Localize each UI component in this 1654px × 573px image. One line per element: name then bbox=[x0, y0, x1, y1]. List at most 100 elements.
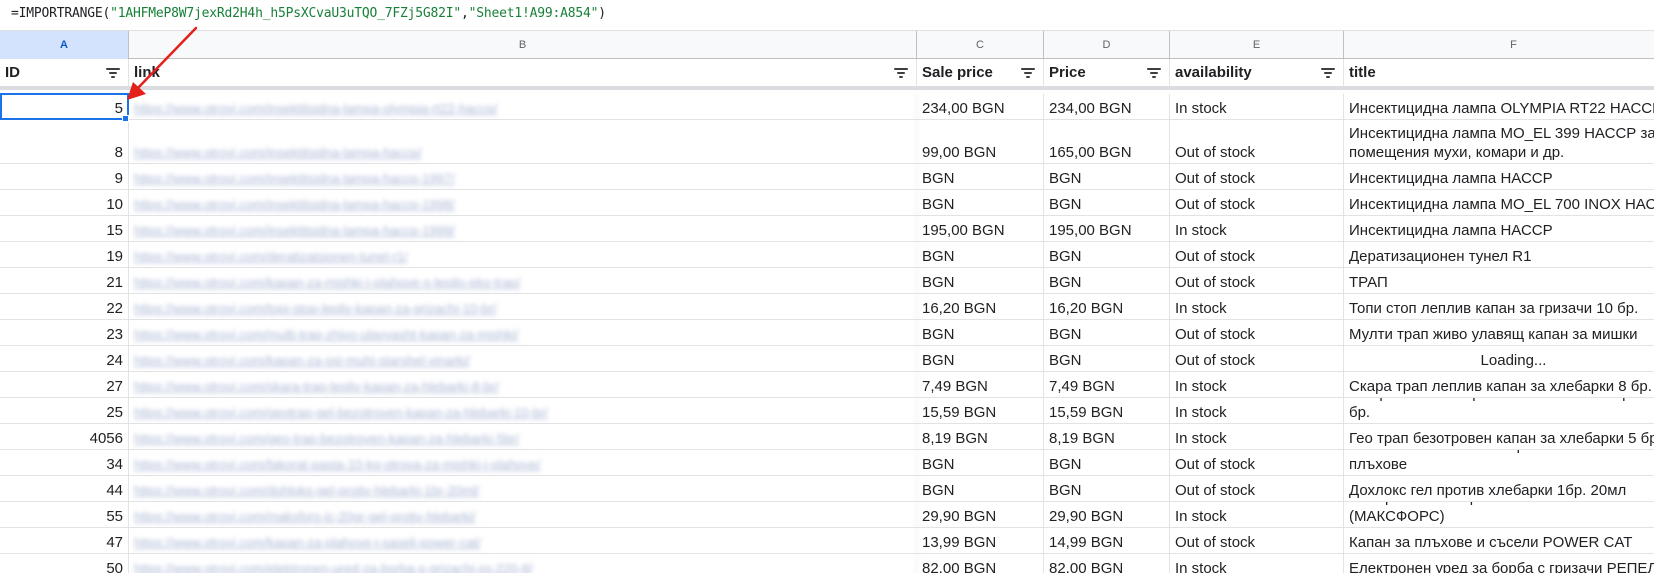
link-cell[interactable]: https://www.otrovi.com/insektitsidna-lam… bbox=[129, 164, 917, 189]
availability-cell[interactable]: Out of stock bbox=[1170, 450, 1344, 475]
price-cell[interactable]: BGN bbox=[1044, 242, 1170, 267]
id-cell[interactable]: 50 bbox=[0, 554, 129, 573]
price-cell[interactable]: 8,19 BGN bbox=[1044, 424, 1170, 449]
filter-icon[interactable] bbox=[1321, 67, 1335, 79]
sale-price-cell[interactable]: 8,19 BGN bbox=[917, 424, 1044, 449]
link-cell[interactable]: https://www.otrovi.com/topi-stop-lepliv-… bbox=[129, 294, 917, 319]
title-cell[interactable]: Loading... bbox=[1344, 346, 1654, 371]
title-cell[interactable]: Инсектицидна лампа НАССР bbox=[1344, 164, 1654, 189]
link-cell[interactable]: https://www.otrovi.com/geo-trap-bezotrov… bbox=[129, 424, 917, 449]
column-header-f[interactable]: F bbox=[1344, 31, 1654, 59]
id-cell[interactable]: 8 bbox=[0, 120, 129, 163]
id-cell[interactable]: 15 bbox=[0, 216, 129, 241]
active-cell-selection[interactable] bbox=[0, 93, 129, 120]
price-cell[interactable]: 165,00 BGN bbox=[1044, 120, 1170, 163]
header-cell-sale-price[interactable]: Sale price bbox=[917, 59, 1044, 86]
price-cell[interactable]: 7,49 BGN bbox=[1044, 372, 1170, 397]
link-cell[interactable]: https://www.otrovi.com/insektitsidna-lam… bbox=[129, 216, 917, 241]
sale-price-cell[interactable]: BGN bbox=[917, 190, 1044, 215]
price-cell[interactable]: BGN bbox=[1044, 190, 1170, 215]
price-cell[interactable]: BGN bbox=[1044, 164, 1170, 189]
link-cell[interactable]: https://www.otrovi.com/insektitsidna-lam… bbox=[129, 120, 917, 163]
filter-icon[interactable] bbox=[894, 67, 908, 79]
link-cell[interactable]: https://www.otrovi.com/kapan-za-plahove-… bbox=[129, 528, 917, 553]
link-cell[interactable]: https://www.otrovi.com/insektitsidna-lam… bbox=[129, 190, 917, 215]
id-cell[interactable]: 21 bbox=[0, 268, 129, 293]
formula-bar[interactable]: =IMPORTRANGE("1AHFMeP8W7jexRd2H4h_h5PsXC… bbox=[0, 0, 1654, 31]
title-cell[interactable]: Капан за мишки и плъхове с лепило ЕКО ТР… bbox=[1344, 268, 1654, 293]
price-cell[interactable]: 82,00 BGN bbox=[1044, 554, 1170, 573]
title-cell[interactable]: Дохлокс гел против хлебарки 1бр. 20мл bbox=[1344, 476, 1654, 501]
price-cell[interactable]: BGN bbox=[1044, 476, 1170, 501]
availability-cell[interactable]: Out of stock bbox=[1170, 528, 1344, 553]
title-cell[interactable]: Капан за плъхове и съсели POWER CAT bbox=[1344, 528, 1654, 553]
id-cell[interactable]: 25 bbox=[0, 398, 129, 423]
sale-price-cell[interactable]: BGN bbox=[917, 268, 1044, 293]
price-cell[interactable]: 234,00 BGN bbox=[1044, 94, 1170, 119]
title-cell[interactable]: Мулти трап живо улавящ капан за мишки bbox=[1344, 320, 1654, 345]
header-cell-id[interactable]: ID bbox=[0, 59, 129, 86]
link-cell[interactable]: https://www.otrovi.com/multi-trap-zhivo-… bbox=[129, 320, 917, 345]
price-cell[interactable]: 15,59 BGN bbox=[1044, 398, 1170, 423]
price-cell[interactable]: BGN bbox=[1044, 320, 1170, 345]
title-cell[interactable]: Електронен уред за борба с гризачи РЕПЕЛ… bbox=[1344, 554, 1654, 573]
id-cell[interactable]: 55 bbox=[0, 502, 129, 527]
link-cell[interactable]: https://www.otrovi.com/elektronen-ured-z… bbox=[129, 554, 917, 573]
title-cell[interactable]: Геотрап гел безотровен капан за хлебарки… bbox=[1344, 398, 1654, 423]
sale-price-cell[interactable]: 99,00 BGN bbox=[917, 120, 1044, 163]
fill-handle[interactable] bbox=[122, 115, 129, 122]
availability-cell[interactable]: Out of stock bbox=[1170, 164, 1344, 189]
availability-cell[interactable]: Out of stock bbox=[1170, 120, 1344, 163]
column-header-c[interactable]: C bbox=[917, 31, 1044, 59]
availability-cell[interactable]: In stock bbox=[1170, 398, 1344, 423]
availability-cell[interactable]: In stock bbox=[1170, 216, 1344, 241]
sale-price-cell[interactable]: BGN bbox=[917, 242, 1044, 267]
link-cell[interactable]: https://www.otrovi.com/insektitsidna-lam… bbox=[129, 94, 917, 119]
link-cell[interactable]: https://www.otrovi.com/kapan-za-osi-muhi… bbox=[129, 346, 917, 371]
price-cell[interactable]: 195,00 BGN bbox=[1044, 216, 1170, 241]
sale-price-cell[interactable]: 195,00 BGN bbox=[917, 216, 1044, 241]
column-header-e[interactable]: E bbox=[1170, 31, 1344, 59]
id-cell[interactable]: 9 bbox=[0, 164, 129, 189]
price-cell[interactable]: BGN bbox=[1044, 268, 1170, 293]
price-cell[interactable]: BGN bbox=[1044, 346, 1170, 371]
sale-price-cell[interactable]: 13,99 BGN bbox=[917, 528, 1044, 553]
header-cell-title[interactable]: title bbox=[1344, 59, 1654, 86]
link-cell[interactable]: https://www.otrovi.com/skara-trap-lepliv… bbox=[129, 372, 917, 397]
header-cell-link[interactable]: link bbox=[129, 59, 917, 86]
filter-icon[interactable] bbox=[1147, 67, 1161, 79]
formula-text[interactable]: =IMPORTRANGE("1AHFMeP8W7jexRd2H4h_h5PsXC… bbox=[11, 6, 606, 21]
sale-price-cell[interactable]: BGN bbox=[917, 320, 1044, 345]
availability-cell[interactable]: Out of stock bbox=[1170, 190, 1344, 215]
link-cell[interactable]: https://www.otrovi.com/deratizatsionen-t… bbox=[129, 242, 917, 267]
id-cell[interactable]: 44 bbox=[0, 476, 129, 501]
title-cell[interactable]: Инсектицидна лампа OLYMPIA RT22 НАССР bbox=[1344, 94, 1654, 119]
availability-cell[interactable]: Out of stock bbox=[1170, 242, 1344, 267]
title-cell[interactable]: Дератизационен тунел R1 bbox=[1344, 242, 1654, 267]
sale-price-cell[interactable]: 29,90 BGN bbox=[917, 502, 1044, 527]
availability-cell[interactable]: In stock bbox=[1170, 424, 1344, 449]
sale-price-cell[interactable]: BGN bbox=[917, 476, 1044, 501]
link-cell[interactable]: https://www.otrovi.com/geotrap-gel-bezot… bbox=[129, 398, 917, 423]
id-cell[interactable]: 27 bbox=[0, 372, 129, 397]
availability-cell[interactable]: Out of stock bbox=[1170, 268, 1344, 293]
title-cell[interactable]: Гео трап безотровен капан за хлебарки 5 … bbox=[1344, 424, 1654, 449]
id-cell[interactable]: 34 bbox=[0, 450, 129, 475]
title-cell[interactable]: Инсектицидна лампа НАССР bbox=[1344, 216, 1654, 241]
price-cell[interactable]: BGN bbox=[1044, 450, 1170, 475]
sale-price-cell[interactable]: 16,20 BGN bbox=[917, 294, 1044, 319]
sale-price-cell[interactable]: 7,49 BGN bbox=[917, 372, 1044, 397]
id-cell[interactable]: 23 bbox=[0, 320, 129, 345]
column-header-d[interactable]: D bbox=[1044, 31, 1170, 59]
title-cell[interactable]: Гел против хлебарки МАКСФОРС IC (МАКСФОР… bbox=[1344, 502, 1654, 527]
sale-price-cell[interactable]: 234,00 BGN bbox=[917, 94, 1044, 119]
availability-cell[interactable]: In stock bbox=[1170, 94, 1344, 119]
availability-cell[interactable]: In stock bbox=[1170, 294, 1344, 319]
title-cell[interactable]: ФАКОРАТ паста 10 кг отрова за мишки и пл… bbox=[1344, 450, 1654, 475]
id-cell[interactable]: 19 bbox=[0, 242, 129, 267]
availability-cell[interactable]: Out of stock bbox=[1170, 346, 1344, 371]
availability-cell[interactable]: In stock bbox=[1170, 372, 1344, 397]
link-cell[interactable]: https://www.otrovi.com/dohloks-gel-proti… bbox=[129, 476, 917, 501]
sale-price-cell[interactable]: 15,59 BGN bbox=[917, 398, 1044, 423]
price-cell[interactable]: 16,20 BGN bbox=[1044, 294, 1170, 319]
